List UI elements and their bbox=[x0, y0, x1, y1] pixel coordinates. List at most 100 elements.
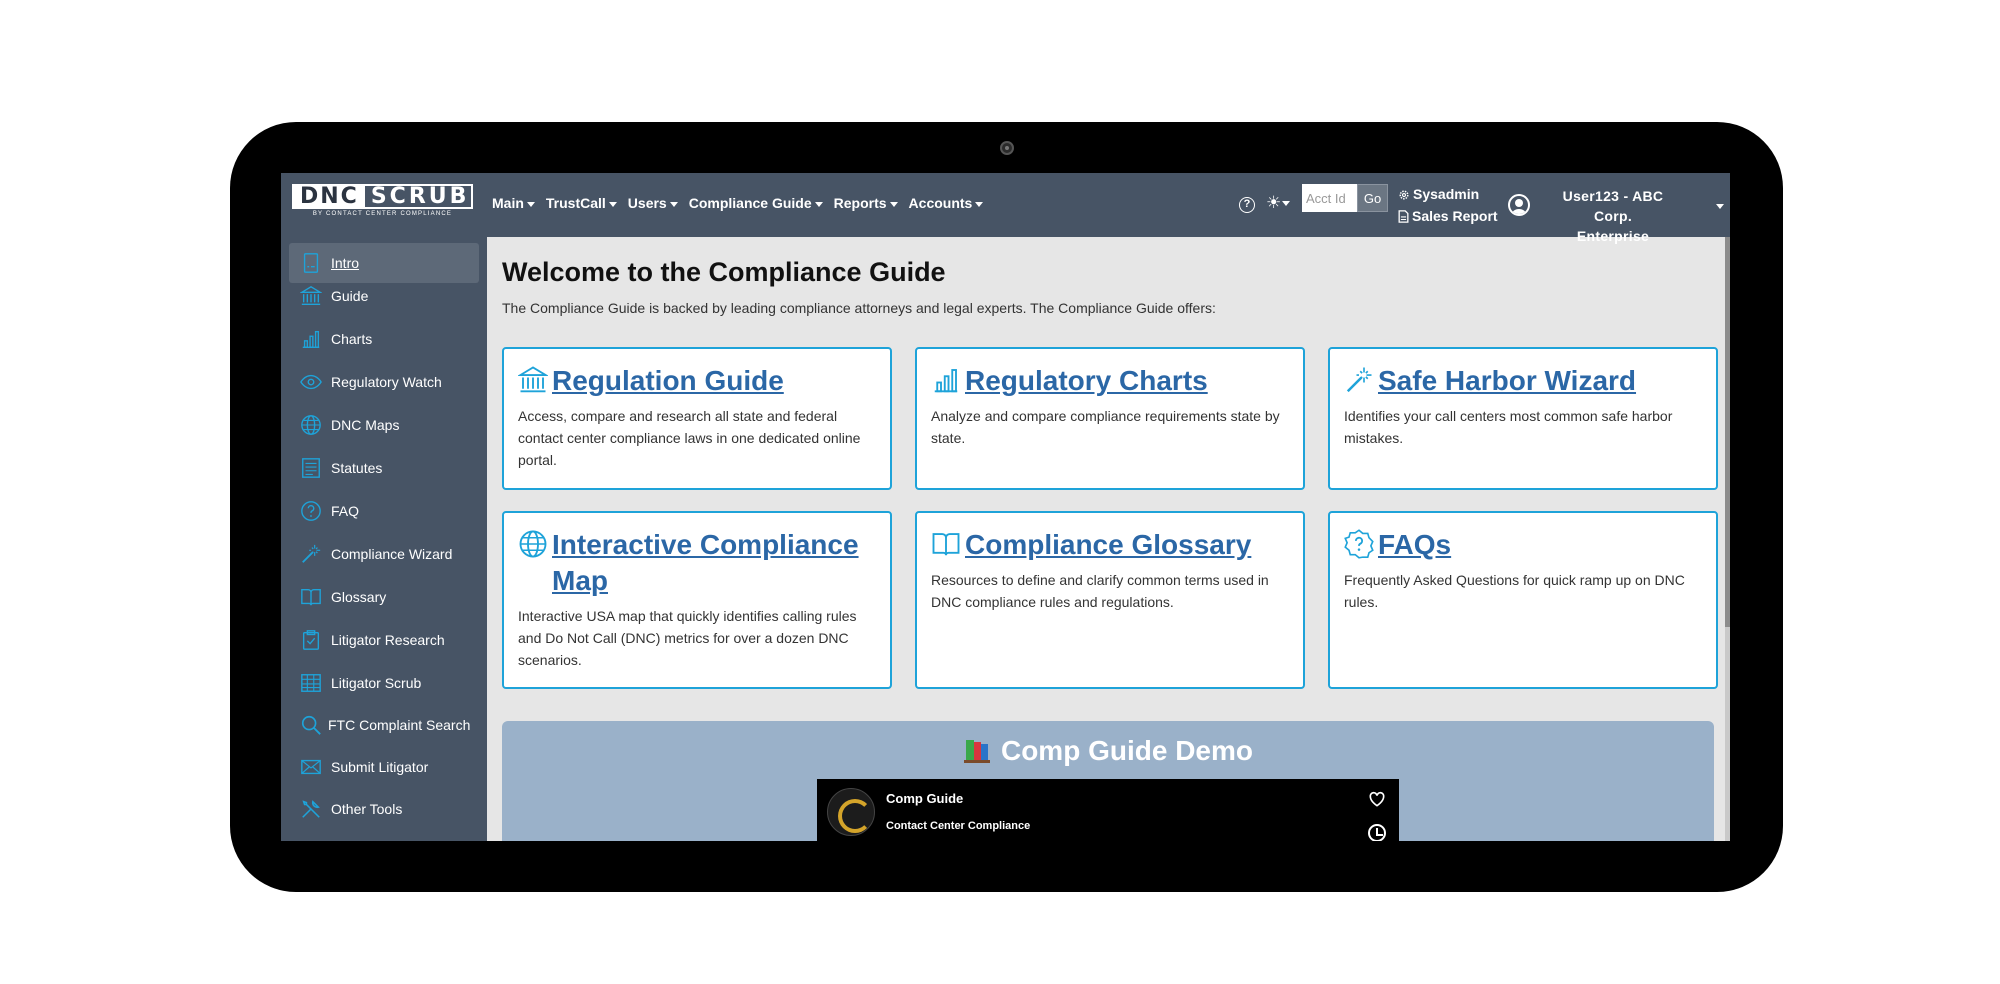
tools-icon bbox=[299, 797, 323, 821]
chevron-down-icon bbox=[526, 201, 535, 207]
sun-icon: ☀ bbox=[1266, 193, 1282, 212]
card-compliance-glossary[interactable]: Compliance Glossary Resources to define … bbox=[915, 511, 1305, 689]
video-player[interactable]: Comp Guide Contact Center Compliance bbox=[817, 779, 1399, 841]
nav-reports[interactable]: Reports bbox=[834, 195, 898, 211]
chevron-down-icon bbox=[608, 201, 617, 207]
dnc-scrub-logo[interactable]: DNC SCRUB BY CONTACT CENTER COMPLIANCE bbox=[292, 184, 473, 220]
user-avatar-icon[interactable] bbox=[1508, 194, 1530, 216]
sidebar-item-label: Charts bbox=[331, 331, 373, 347]
nav-main-label: Main bbox=[492, 195, 524, 211]
demo-section: Comp Guide Demo Comp Guide Contact Cente… bbox=[502, 721, 1714, 841]
go-button[interactable]: Go bbox=[1357, 184, 1388, 212]
card-title[interactable]: Regulatory Charts bbox=[965, 363, 1208, 399]
top-navbar: DNC SCRUB BY CONTACT CENTER COMPLIANCE M… bbox=[281, 173, 1730, 244]
building-icon bbox=[299, 284, 323, 308]
sidebar-item-label: Litigator Scrub bbox=[331, 675, 422, 691]
card-title[interactable]: FAQs bbox=[1378, 527, 1451, 563]
camera-icon bbox=[1000, 141, 1014, 155]
sidebar-item-litigator-scrub[interactable]: Litigator Scrub bbox=[289, 663, 479, 703]
table-icon bbox=[299, 671, 323, 695]
card-faqs[interactable]: FAQs Frequently Asked Questions for quic… bbox=[1328, 511, 1718, 689]
clock-icon[interactable] bbox=[1368, 824, 1386, 841]
nav-accounts[interactable]: Accounts bbox=[909, 195, 984, 211]
books-icon bbox=[963, 740, 990, 763]
sidebar-item-litigator-research[interactable]: Litigator Research bbox=[289, 620, 479, 660]
nav-trustcall-label: TrustCall bbox=[545, 195, 606, 211]
sidebar-item-faq[interactable]: FAQ bbox=[289, 491, 479, 531]
question-icon bbox=[299, 499, 323, 523]
nav-users[interactable]: Users bbox=[628, 195, 678, 211]
chevron-down-icon bbox=[889, 201, 898, 207]
globe-icon bbox=[299, 413, 323, 437]
nav-main[interactable]: Main bbox=[492, 195, 535, 211]
bar-chart-icon bbox=[931, 365, 961, 395]
sales-report-label: Sales Report bbox=[1412, 208, 1498, 224]
page-subtitle: The Compliance Guide is backed by leadin… bbox=[502, 300, 1216, 316]
bar-chart-icon bbox=[299, 327, 323, 351]
wand-icon bbox=[1344, 365, 1374, 395]
card-description: Resources to define and clarify common t… bbox=[931, 572, 1269, 610]
sidebar-item-label: Litigator Research bbox=[331, 632, 445, 648]
acct-id-input[interactable] bbox=[1302, 184, 1357, 212]
sidebar-item-glossary[interactable]: Glossary bbox=[289, 577, 479, 617]
video-channel[interactable]: Contact Center Compliance bbox=[886, 820, 1030, 832]
theme-toggle[interactable]: ☀ bbox=[1266, 193, 1291, 213]
nav-compliance-guide[interactable]: Compliance Guide bbox=[689, 195, 823, 211]
sidebar-item-statutes[interactable]: Statutes bbox=[289, 448, 479, 488]
scrollbar-thumb[interactable] bbox=[1725, 237, 1730, 627]
heart-icon[interactable] bbox=[1367, 789, 1387, 809]
card-title[interactable]: Regulation Guide bbox=[552, 363, 784, 399]
card-regulatory-charts[interactable]: Regulatory Charts Analyze and compare co… bbox=[915, 347, 1305, 490]
sidebar-item-label: Statutes bbox=[331, 460, 383, 476]
sysadmin-label: Sysadmin bbox=[1413, 186, 1480, 202]
question-icon bbox=[1344, 529, 1374, 559]
chevron-down-icon bbox=[814, 201, 823, 207]
card-interactive-compliance-map[interactable]: Interactive Compliance Map Interactive U… bbox=[502, 511, 892, 689]
logo-tagline: BY CONTACT CENTER COMPLIANCE bbox=[312, 211, 453, 217]
help-icon[interactable]: ? bbox=[1239, 197, 1255, 213]
sidebar-item-charts[interactable]: Charts bbox=[289, 319, 479, 359]
document-icon bbox=[299, 456, 323, 480]
scrollbar[interactable] bbox=[1725, 237, 1730, 841]
sidebar-item-regulatory-watch[interactable]: Regulatory Watch bbox=[289, 362, 479, 402]
logo-scrub: SCRUB bbox=[370, 184, 470, 209]
sidebar: Intro Guide Charts Regulatory Watch DNC … bbox=[281, 237, 487, 841]
card-description: Frequently Asked Questions for quick ram… bbox=[1344, 572, 1685, 610]
sidebar-item-dnc-maps[interactable]: DNC Maps bbox=[289, 405, 479, 445]
gear-icon bbox=[1399, 190, 1409, 200]
card-title[interactable]: Safe Harbor Wizard bbox=[1378, 363, 1636, 399]
chevron-down-icon[interactable] bbox=[1716, 204, 1724, 209]
sidebar-item-label: Compliance Wizard bbox=[331, 546, 453, 562]
sales-report-link[interactable]: Sales Report bbox=[1398, 208, 1498, 224]
sidebar-item-ftc-complaint-search[interactable]: FTC Complaint Search bbox=[289, 705, 479, 745]
sidebar-item-label: DNC Maps bbox=[331, 417, 400, 433]
sidebar-item-other-tools[interactable]: Other Tools bbox=[289, 789, 479, 829]
page-title: Welcome to the Compliance Guide bbox=[502, 257, 946, 287]
card-title[interactable]: Compliance Glossary bbox=[965, 527, 1251, 563]
sidebar-item-submit-litigator[interactable]: Submit Litigator bbox=[289, 747, 479, 787]
nav-accounts-label: Accounts bbox=[908, 195, 973, 211]
card-description: Access, compare and research all state a… bbox=[518, 408, 861, 468]
sidebar-item-compliance-wizard[interactable]: Compliance Wizard bbox=[289, 534, 479, 574]
nav-reports-label: Reports bbox=[833, 195, 887, 211]
building-icon bbox=[517, 365, 549, 395]
card-description: Analyze and compare compliance requireme… bbox=[931, 408, 1280, 446]
nav-compliance-guide-label: Compliance Guide bbox=[688, 195, 812, 211]
card-title[interactable]: Interactive Compliance Map bbox=[552, 527, 876, 599]
sysadmin-link[interactable]: Sysadmin bbox=[1398, 186, 1479, 202]
card-regulation-guide[interactable]: Regulation Guide Access, compare and res… bbox=[502, 347, 892, 490]
wand-icon bbox=[299, 542, 323, 566]
video-title[interactable]: Comp Guide bbox=[886, 791, 963, 806]
main-nav: Main TrustCall Users Compliance Guide Re… bbox=[492, 195, 984, 211]
globe-icon bbox=[518, 529, 548, 559]
demo-title: Comp Guide Demo bbox=[502, 735, 1714, 767]
card-safe-harbor-wizard[interactable]: Safe Harbor Wizard Identifies your call … bbox=[1328, 347, 1718, 490]
chevron-down-icon bbox=[975, 201, 984, 207]
eye-icon bbox=[299, 370, 323, 394]
logo-dnc: DNC bbox=[294, 186, 365, 208]
sidebar-item-label: Glossary bbox=[331, 589, 387, 605]
nav-trustcall[interactable]: TrustCall bbox=[546, 195, 617, 211]
sidebar-item-guide[interactable]: Guide bbox=[289, 276, 479, 316]
sidebar-item-label: FAQ bbox=[331, 503, 360, 519]
sidebar-item-label: Intro bbox=[331, 255, 360, 271]
